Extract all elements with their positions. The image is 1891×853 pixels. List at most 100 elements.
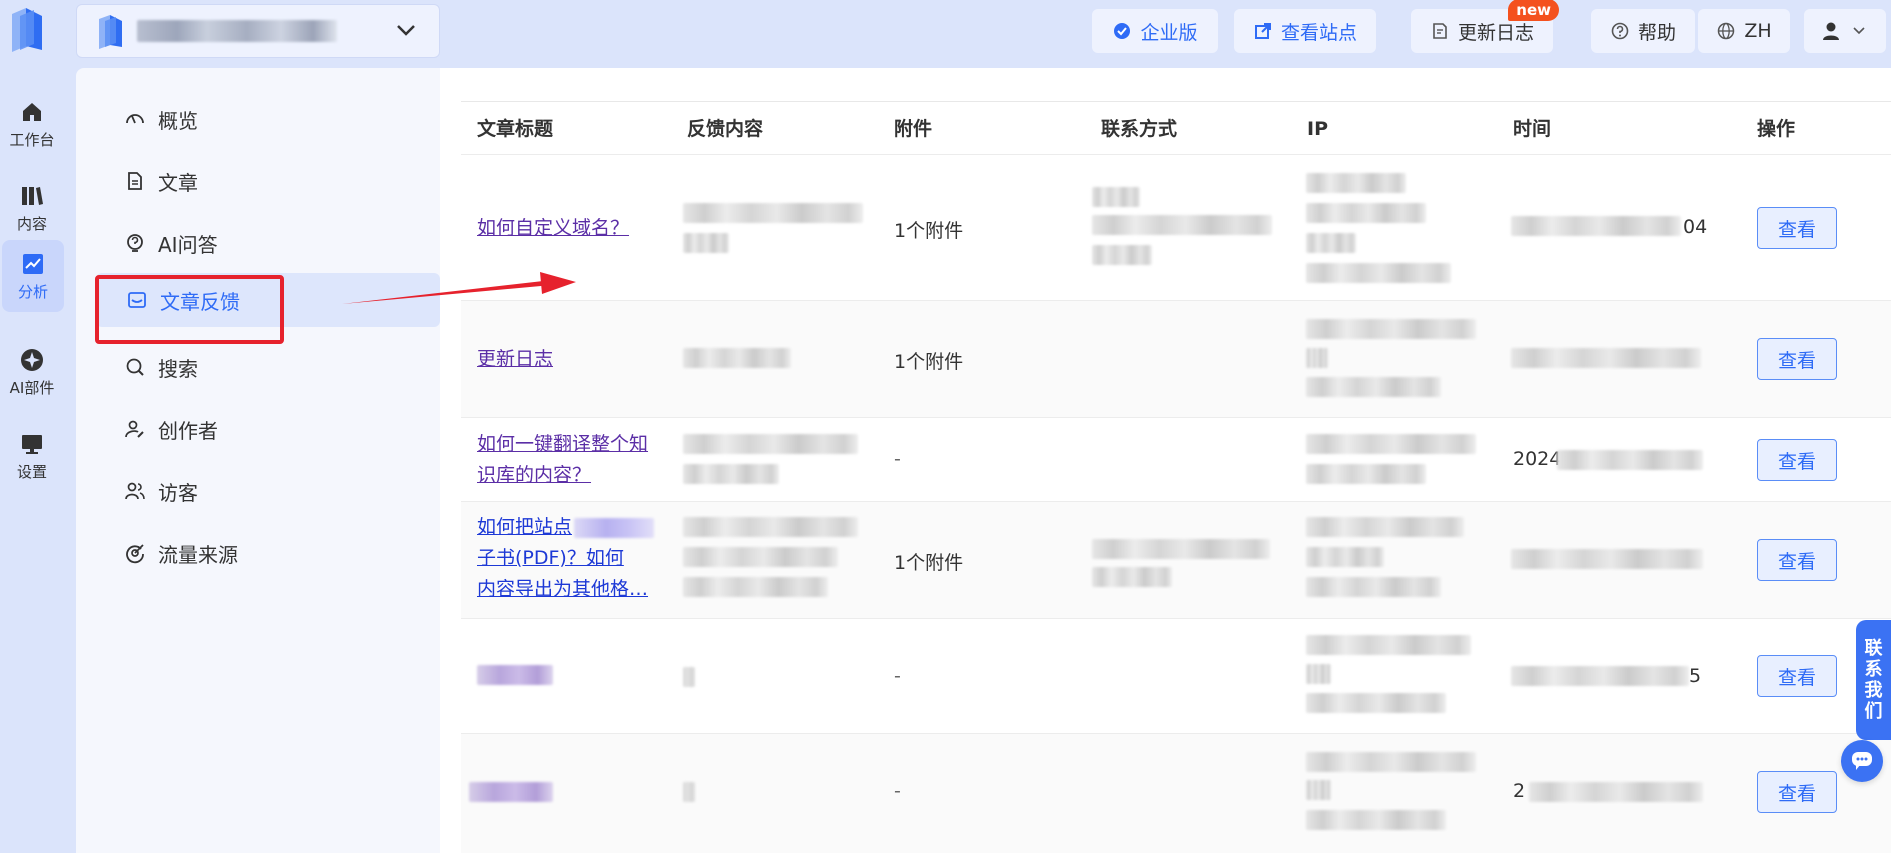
- nav-item-label: 文章: [158, 170, 198, 195]
- article-title-link[interactable]: 更新日志: [477, 344, 655, 375]
- redacted-text: [1557, 450, 1703, 470]
- view-button[interactable]: 查看: [1757, 539, 1837, 581]
- table-row: 更新日志 1个附件 查看: [461, 301, 1891, 418]
- view-site-label: 查看站点: [1280, 21, 1357, 44]
- view-button[interactable]: 查看: [1757, 439, 1837, 481]
- rail-item-label: 设置: [16, 462, 47, 481]
- column-header[interactable]: 反馈内容: [687, 102, 763, 156]
- rail-item-label: 内容: [16, 214, 47, 233]
- view-button[interactable]: 查看: [1757, 207, 1837, 249]
- redacted-text: [683, 434, 858, 454]
- redacted-text: [1529, 782, 1703, 802]
- redacted-text: [1306, 577, 1441, 597]
- rail-item-label: 工作台: [9, 130, 55, 149]
- redacted-text: [683, 782, 695, 802]
- article-title-link[interactable]: 如何自定义域名？: [477, 213, 655, 244]
- table-header: 文章标题 反馈内容 附件 联系方式 IP 时间 操作: [461, 101, 1891, 155]
- external-link-icon: [1253, 21, 1273, 41]
- redacted-text: [1306, 635, 1471, 655]
- site-name-redacted: [137, 20, 337, 42]
- redacted-text: [1511, 666, 1689, 686]
- redacted-text: [1306, 464, 1426, 484]
- redacted-text: [1092, 245, 1152, 265]
- rail-item-ai-widgets[interactable]: AI部件: [0, 336, 64, 408]
- inbox-icon: [126, 289, 148, 311]
- left-rail: 工作台 内容 分析 AI部件 设置: [0, 0, 64, 853]
- nav-item-creators[interactable]: 创作者: [94, 402, 422, 456]
- contact-char: 我: [1864, 680, 1883, 701]
- user-menu-button[interactable]: [1804, 9, 1886, 53]
- globe-icon: [1716, 21, 1736, 41]
- nav-item-articles[interactable]: 文章: [94, 154, 422, 208]
- article-title-link[interactable]: 如何一键翻译整个知识库的内容？: [477, 429, 655, 491]
- nav-item-label: 搜索: [158, 356, 198, 381]
- search-icon: [124, 356, 146, 378]
- redacted-text: [683, 667, 695, 687]
- redacted-text: [1092, 215, 1272, 235]
- view-button[interactable]: 查看: [1757, 771, 1837, 813]
- language-button[interactable]: ZH: [1698, 9, 1790, 53]
- redacted-text: [1306, 377, 1441, 397]
- enterprise-button[interactable]: 企业版: [1092, 9, 1218, 53]
- title-line: 内容导出为其他格…: [477, 578, 649, 600]
- redacted-text: [683, 348, 791, 368]
- contact-char: 系: [1864, 659, 1883, 680]
- time-value: 2: [1513, 780, 1526, 802]
- view-button[interactable]: 查看: [1757, 338, 1837, 380]
- chat-bubble-button[interactable]: [1841, 740, 1883, 782]
- redacted-text: [1306, 319, 1476, 339]
- changelog-button[interactable]: 更新日志 new: [1411, 0, 1559, 53]
- rail-item-analytics[interactable]: 分析: [2, 240, 64, 312]
- column-header[interactable]: 操作: [1757, 102, 1795, 156]
- column-header[interactable]: 文章标题: [477, 102, 553, 156]
- contact-us-button[interactable]: 联 系 我 们: [1856, 620, 1891, 740]
- target-icon: [124, 542, 146, 564]
- document-icon: [124, 170, 146, 192]
- contact-char: 们: [1864, 701, 1883, 722]
- nav-item-traffic-sources[interactable]: 流量来源: [94, 526, 422, 580]
- rail-item-content[interactable]: 内容: [0, 172, 64, 244]
- redacted-text: [1092, 539, 1270, 559]
- title-line: 如何把站点: [477, 516, 573, 538]
- view-site-button[interactable]: 查看站点: [1234, 9, 1376, 53]
- table-row: 如何一键翻译整个知识库的内容？ - 2024 查看: [461, 418, 1891, 502]
- redacted-text: [1306, 693, 1446, 713]
- attachment-count: 1个附件: [894, 351, 964, 373]
- time-value: 2024: [1513, 448, 1562, 470]
- widget-icon: [19, 347, 45, 373]
- nav-item-visitors[interactable]: 访客: [94, 464, 422, 518]
- redacted-text: [1306, 810, 1446, 830]
- redacted-text: [1306, 348, 1328, 368]
- nav-item-ai-qa[interactable]: AI问答: [94, 216, 422, 270]
- redacted-text: [477, 665, 553, 685]
- users-icon: [124, 480, 146, 502]
- column-header[interactable]: 时间: [1513, 102, 1551, 156]
- view-button[interactable]: 查看: [1757, 655, 1837, 697]
- redacted-text: [1511, 216, 1681, 236]
- nav-item-overview[interactable]: 概览: [94, 92, 422, 146]
- attachment-count: 1个附件: [894, 220, 964, 242]
- changelog-label: 更新日志: [1457, 21, 1534, 44]
- nav-item-search[interactable]: 搜索: [94, 340, 422, 394]
- attachment-count: 1个附件: [894, 552, 964, 574]
- column-header[interactable]: 联系方式: [1101, 102, 1177, 156]
- site-selector[interactable]: [76, 4, 440, 58]
- column-header[interactable]: 附件: [894, 102, 932, 156]
- gauge-icon: [124, 108, 146, 130]
- rail-item-settings[interactable]: 设置: [0, 420, 64, 492]
- help-label: 帮助: [1637, 21, 1676, 44]
- question-circle-icon: [1610, 21, 1630, 41]
- redacted-text: [1306, 752, 1476, 772]
- nav-item-label: 流量来源: [158, 542, 238, 567]
- time-value: 04: [1683, 216, 1708, 238]
- redacted-text: [683, 203, 863, 223]
- redacted-text: [1306, 517, 1464, 537]
- app-logo-icon[interactable]: [6, 6, 46, 52]
- rail-item-workbench[interactable]: 工作台: [0, 88, 64, 160]
- redacted-text: [683, 517, 858, 537]
- contact-char: 联: [1864, 638, 1883, 659]
- help-button[interactable]: 帮助: [1591, 9, 1695, 53]
- article-title-link[interactable]: 如何把站点 子书(PDF)？如何 内容导出为其他格…: [477, 512, 655, 605]
- column-header[interactable]: IP: [1307, 102, 1328, 156]
- attachment-count: -: [894, 448, 901, 470]
